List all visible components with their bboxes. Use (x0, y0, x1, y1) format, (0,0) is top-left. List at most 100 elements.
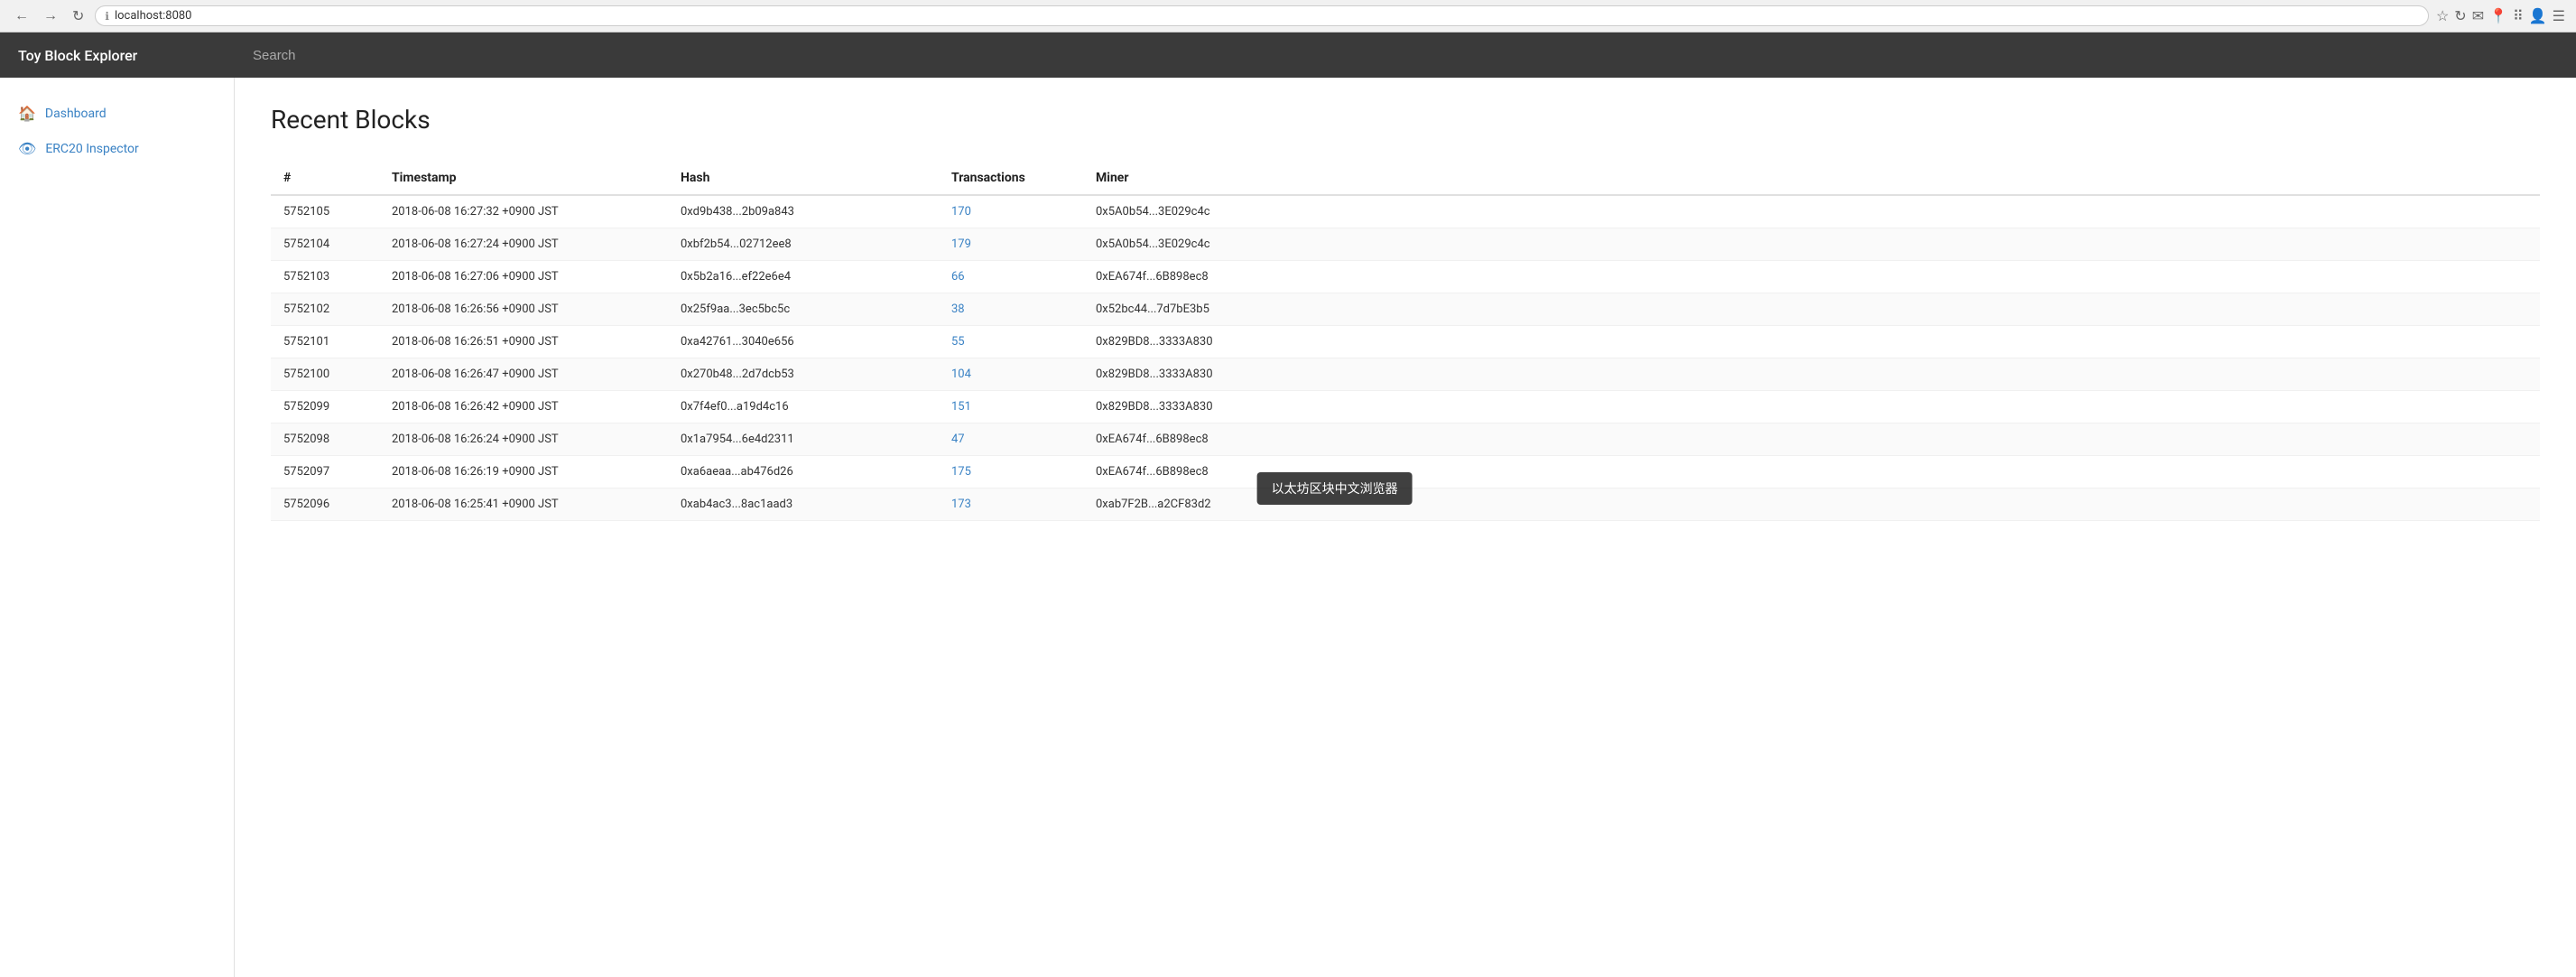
eye-icon: 👁 (18, 140, 36, 157)
table-row: 57521032018-06-08 16:27:06 +0900 JST0x5b… (271, 261, 2540, 293)
transaction-count-link[interactable]: 47 (951, 433, 965, 446)
cell-transactions[interactable]: 170 (939, 195, 1083, 228)
cell-transactions[interactable]: 104 (939, 358, 1083, 391)
table-row: 57521012018-06-08 16:26:51 +0900 JST0xa4… (271, 326, 2540, 358)
col-header-miner: Miner (1083, 162, 2540, 195)
cell-timestamp: 2018-06-08 16:26:19 +0900 JST (379, 456, 668, 488)
cell-hash: 0xd9b438...2b09a843 (668, 195, 939, 228)
cell-timestamp: 2018-06-08 16:27:32 +0900 JST (379, 195, 668, 228)
sidebar-dashboard-label: Dashboard (45, 107, 107, 121)
table-header: # Timestamp Hash Transactions Miner (271, 162, 2540, 195)
cell-transactions[interactable]: 38 (939, 293, 1083, 326)
app-title: Toy Block Explorer (18, 47, 253, 64)
table-row: 57521042018-06-08 16:27:24 +0900 JST0xbf… (271, 228, 2540, 261)
transaction-count-link[interactable]: 170 (951, 205, 971, 219)
cell-block-number: 5752104 (271, 228, 379, 261)
cell-miner: 0xEA674f...6B898ec8 (1083, 456, 2540, 488)
cell-miner: 0x5A0b54...3E029c4c (1083, 195, 2540, 228)
transaction-count-link[interactable]: 66 (951, 270, 965, 284)
grid-icon[interactable]: ⠿ (2513, 7, 2524, 25)
cell-hash: 0xab4ac3...8ac1aad3 (668, 488, 939, 521)
back-button[interactable]: ← (11, 6, 32, 26)
cell-miner: 0xEA674f...6B898ec8 (1083, 423, 2540, 456)
location-icon[interactable]: 📍 (2489, 7, 2507, 25)
transaction-count-link[interactable]: 38 (951, 302, 965, 316)
user-icon[interactable]: 👤 (2529, 7, 2547, 25)
col-header-timestamp: Timestamp (379, 162, 668, 195)
sidebar-item-dashboard[interactable]: 🏠 Dashboard (0, 96, 234, 131)
cell-transactions[interactable]: 151 (939, 391, 1083, 423)
cell-timestamp: 2018-06-08 16:26:42 +0900 JST (379, 391, 668, 423)
cell-miner: 0x829BD8...3333A830 (1083, 391, 2540, 423)
cell-transactions[interactable]: 179 (939, 228, 1083, 261)
table-row: 57520982018-06-08 16:26:24 +0900 JST0x1a… (271, 423, 2540, 456)
col-header-hash: Hash (668, 162, 939, 195)
cell-miner: 0x52bc44...7d7bE3b5 (1083, 293, 2540, 326)
cell-timestamp: 2018-06-08 16:27:06 +0900 JST (379, 261, 668, 293)
url-text: localhost:8080 (115, 9, 2419, 23)
table-row: 57521022018-06-08 16:26:56 +0900 JST0x25… (271, 293, 2540, 326)
cell-timestamp: 2018-06-08 16:25:41 +0900 JST (379, 488, 668, 521)
blocks-table: # Timestamp Hash Transactions Miner 5752… (271, 162, 2540, 521)
table-row: 57520992018-06-08 16:26:42 +0900 JST0x7f… (271, 391, 2540, 423)
cell-hash: 0xa42761...3040e656 (668, 326, 939, 358)
top-nav: Toy Block Explorer (0, 33, 2576, 78)
header-row: # Timestamp Hash Transactions Miner (271, 162, 2540, 195)
cell-hash: 0x7f4ef0...a19d4c16 (668, 391, 939, 423)
col-header-number: # (271, 162, 379, 195)
cell-miner: 0x829BD8...3333A830 (1083, 358, 2540, 391)
page-title: Recent Blocks (271, 105, 2540, 135)
cell-hash: 0x5b2a16...ef22e6e4 (668, 261, 939, 293)
table-row: 57520972018-06-08 16:26:19 +0900 JST0xa6… (271, 456, 2540, 488)
cell-transactions[interactable]: 55 (939, 326, 1083, 358)
cell-block-number: 5752097 (271, 456, 379, 488)
app-wrapper: Toy Block Explorer 🏠 Dashboard 👁 ERC20 I… (0, 33, 2576, 977)
url-bar[interactable]: ℹ localhost:8080 (95, 5, 2429, 26)
cell-block-number: 5752100 (271, 358, 379, 391)
cell-block-number: 5752103 (271, 261, 379, 293)
cell-miner: 0x829BD8...3333A830 (1083, 326, 2540, 358)
cell-block-number: 5752099 (271, 391, 379, 423)
sidebar-item-erc20[interactable]: 👁 ERC20 Inspector (0, 131, 234, 166)
cell-hash: 0xbf2b54...02712ee8 (668, 228, 939, 261)
browser-bar: ← → ↻ ℹ localhost:8080 ☆ ↻ ✉ 📍 ⠿ 👤 ☰ (0, 0, 2576, 33)
cell-transactions[interactable]: 175 (939, 456, 1083, 488)
content-wrapper: 🏠 Dashboard 👁 ERC20 Inspector Recent Blo… (0, 78, 2576, 977)
transaction-count-link[interactable]: 179 (951, 237, 971, 251)
browser-actions: ☆ ↻ ✉ 📍 ⠿ 👤 ☰ (2436, 7, 2565, 25)
cell-block-number: 5752102 (271, 293, 379, 326)
cell-timestamp: 2018-06-08 16:26:56 +0900 JST (379, 293, 668, 326)
cell-block-number: 5752096 (271, 488, 379, 521)
search-input[interactable] (253, 48, 2558, 63)
cell-transactions[interactable]: 66 (939, 261, 1083, 293)
transaction-count-link[interactable]: 55 (951, 335, 965, 349)
cell-hash: 0x25f9aa...3ec5bc5c (668, 293, 939, 326)
cell-hash: 0x270b48...2d7dcb53 (668, 358, 939, 391)
cell-block-number: 5752105 (271, 195, 379, 228)
sidebar: 🏠 Dashboard 👁 ERC20 Inspector (0, 78, 235, 977)
home-icon: 🏠 (18, 105, 36, 122)
cell-hash: 0x1a7954...6e4d2311 (668, 423, 939, 456)
cell-transactions[interactable]: 173 (939, 488, 1083, 521)
transaction-count-link[interactable]: 151 (951, 400, 971, 414)
cell-miner: 0x5A0b54...3E029c4c (1083, 228, 2540, 261)
cell-timestamp: 2018-06-08 16:26:24 +0900 JST (379, 423, 668, 456)
main-content: Recent Blocks # Timestamp Hash Transacti… (235, 78, 2576, 977)
cell-block-number: 5752101 (271, 326, 379, 358)
transaction-count-link[interactable]: 175 (951, 465, 971, 479)
cell-hash: 0xa6aeaa...ab476d26 (668, 456, 939, 488)
menu-icon[interactable]: ☰ (2553, 7, 2565, 25)
table-row: 57521002018-06-08 16:26:47 +0900 JST0x27… (271, 358, 2540, 391)
cell-transactions[interactable]: 47 (939, 423, 1083, 456)
mail-icon[interactable]: ✉ (2472, 7, 2484, 25)
transaction-count-link[interactable]: 173 (951, 498, 971, 511)
reload-button[interactable]: ↻ (69, 5, 88, 27)
table-body: 57521052018-06-08 16:27:32 +0900 JST0xd9… (271, 195, 2540, 521)
forward-button[interactable]: → (40, 6, 61, 26)
transaction-count-link[interactable]: 104 (951, 368, 971, 381)
bookmark-button[interactable]: ☆ (2436, 7, 2449, 25)
refresh-button[interactable]: ↻ (2454, 7, 2466, 25)
lock-icon: ℹ (105, 10, 109, 23)
sidebar-erc20-label: ERC20 Inspector (45, 142, 138, 156)
cell-timestamp: 2018-06-08 16:26:51 +0900 JST (379, 326, 668, 358)
